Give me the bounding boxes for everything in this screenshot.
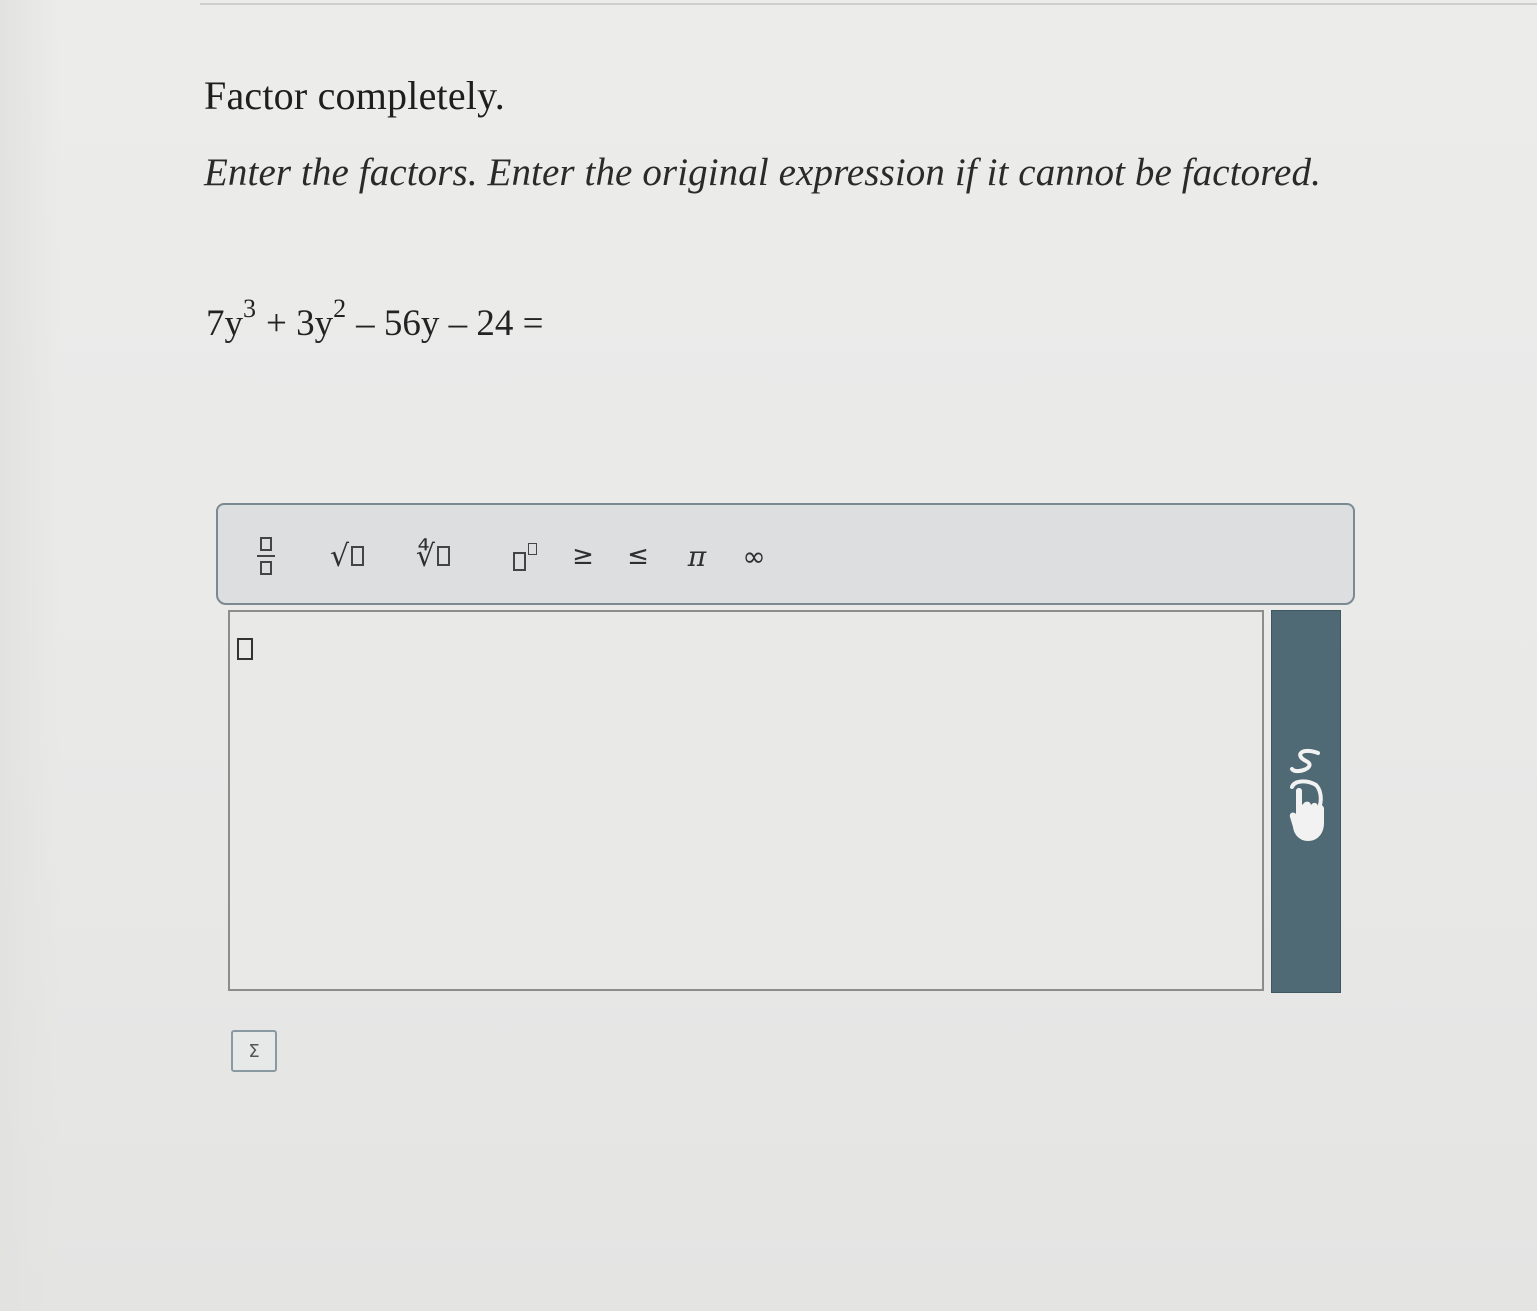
answer-input[interactable]	[228, 610, 1264, 991]
superscript-button[interactable]	[508, 505, 542, 607]
greater-equal-button[interactable]: ≥	[570, 505, 596, 607]
nth-root-box-icon	[437, 546, 451, 566]
nth-root-button[interactable]: ∜	[406, 505, 460, 607]
fraction-button[interactable]	[248, 505, 284, 607]
sigma-button[interactable]: Σ	[231, 1030, 277, 1072]
superscript-exp-icon	[528, 543, 537, 555]
hand-pointer-icon	[1289, 748, 1324, 841]
pi-button[interactable]: π	[684, 505, 710, 607]
term-2-exponent: 2	[333, 294, 347, 323]
sqrt-icon: √	[329, 538, 350, 574]
math-expression: 7y3 + 3y2 – 56y – 24 =	[206, 296, 544, 345]
fraction-numerator-icon	[260, 537, 272, 551]
less-equal-button[interactable]: ≤	[625, 505, 651, 607]
math-toolbar: √ ∜ ≥ ≤ π ∞	[216, 503, 1355, 605]
infinity-button[interactable]: ∞	[736, 505, 772, 607]
fraction-denominator-icon	[260, 561, 272, 575]
top-divider	[200, 3, 1537, 5]
term-1-base: 7y	[206, 303, 243, 344]
sqrt-box-icon	[351, 546, 365, 566]
math-editor: √ ∜ ≥ ≤ π ∞	[216, 503, 1355, 993]
hand-pointer-panel[interactable]	[1271, 610, 1341, 993]
question-heading: Factor completely.	[204, 73, 505, 118]
page-left-edge	[0, 0, 60, 1311]
superscript-base-icon	[513, 551, 526, 571]
term-1-exponent: 3	[243, 294, 256, 323]
expression-remainder: – 56y – 24 =	[356, 303, 544, 344]
term-2-base: + 3y	[266, 303, 334, 344]
question-instructions: Enter the factors. Enter the original ex…	[204, 151, 1321, 194]
square-root-button[interactable]: √	[322, 505, 372, 607]
nth-root-icon: ∜	[415, 538, 436, 574]
fraction-bar-icon	[257, 555, 275, 557]
